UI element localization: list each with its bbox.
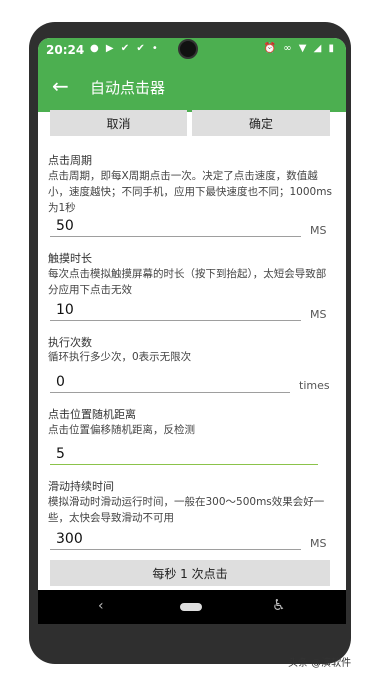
swipe-duration-input[interactable]: 300 <box>56 531 83 547</box>
nav-back-icon[interactable]: ‹ <box>98 598 104 614</box>
click-period-title: 点击周期 <box>48 154 92 167</box>
swipe-duration-unit: MS <box>310 537 327 550</box>
system-status-icons: ⏰ ∞ ▼ ◢ ▮ <box>263 43 336 54</box>
exec-count-unit: times <box>299 379 330 392</box>
status-time: 20:24 <box>46 43 85 57</box>
touch-duration-title: 触摸时长 <box>48 252 92 265</box>
click-period-underline <box>50 236 301 237</box>
status-bar: 20:24 ● ▶ ✔ ✔ • ⏰ ∞ ▼ ◢ ▮ <box>38 38 346 62</box>
nav-home-pill[interactable] <box>180 603 202 611</box>
random-offset-desc: 点击位置偏移随机距离，反检测 <box>48 424 195 436</box>
swipe-duration-underline <box>50 549 301 550</box>
swipe-duration-title: 滑动持续时间 <box>48 480 114 493</box>
action-button-row: 取消 确定 <box>50 110 334 136</box>
cancel-button[interactable]: 取消 <box>50 110 187 136</box>
touch-duration-input[interactable]: 10 <box>56 302 74 318</box>
touch-duration-unit: MS <box>310 308 327 321</box>
exec-count-title: 执行次数 <box>48 336 92 349</box>
exec-count-desc: 循环执行多少次，0表示无限次 <box>48 351 192 363</box>
touch-duration-underline <box>50 320 301 321</box>
clicks-per-second-button[interactable]: 每秒 1 次点击 <box>50 560 330 586</box>
click-period-input[interactable]: 50 <box>56 218 74 234</box>
touch-duration-desc: 每次点击模拟触摸屏幕的时长（按下到抬起），太短会导致部分应用下点击无效 <box>48 268 327 296</box>
swipe-duration-desc: 模拟滑动时滑动运行时间，一般在300～500ms效果会好一些，太快会导致滑动不可… <box>48 496 325 524</box>
random-offset-underline <box>50 464 318 465</box>
back-arrow-icon[interactable]: ← <box>52 74 69 98</box>
accessibility-icon[interactable]: ♿ <box>272 596 285 614</box>
click-period-desc: 点击周期，即每X周期点击一次。决定了点击速度，数值越小，速度越快；不同手机，应用… <box>48 170 332 214</box>
watermark: 头条 @演软件 <box>288 658 352 669</box>
confirm-button[interactable]: 确定 <box>192 110 330 136</box>
notification-icons: ● ▶ ✔ ✔ • <box>90 43 160 54</box>
exec-count-input[interactable]: 0 <box>56 374 65 390</box>
exec-count-underline <box>50 392 290 393</box>
random-offset-title: 点击位置随机距离 <box>48 408 136 421</box>
app-screen: 20:24 ● ▶ ✔ ✔ • ⏰ ∞ ▼ ◢ ▮ ← 自动点击器 取消 确定 … <box>38 38 346 590</box>
page-title: 自动点击器 <box>90 79 166 97</box>
click-period-unit: MS <box>310 224 327 237</box>
app-bar: ← 自动点击器 <box>38 62 346 112</box>
front-camera <box>178 39 198 59</box>
system-nav-bar: ‹ ♿ <box>38 590 346 624</box>
random-offset-input[interactable]: 5 <box>56 446 65 462</box>
